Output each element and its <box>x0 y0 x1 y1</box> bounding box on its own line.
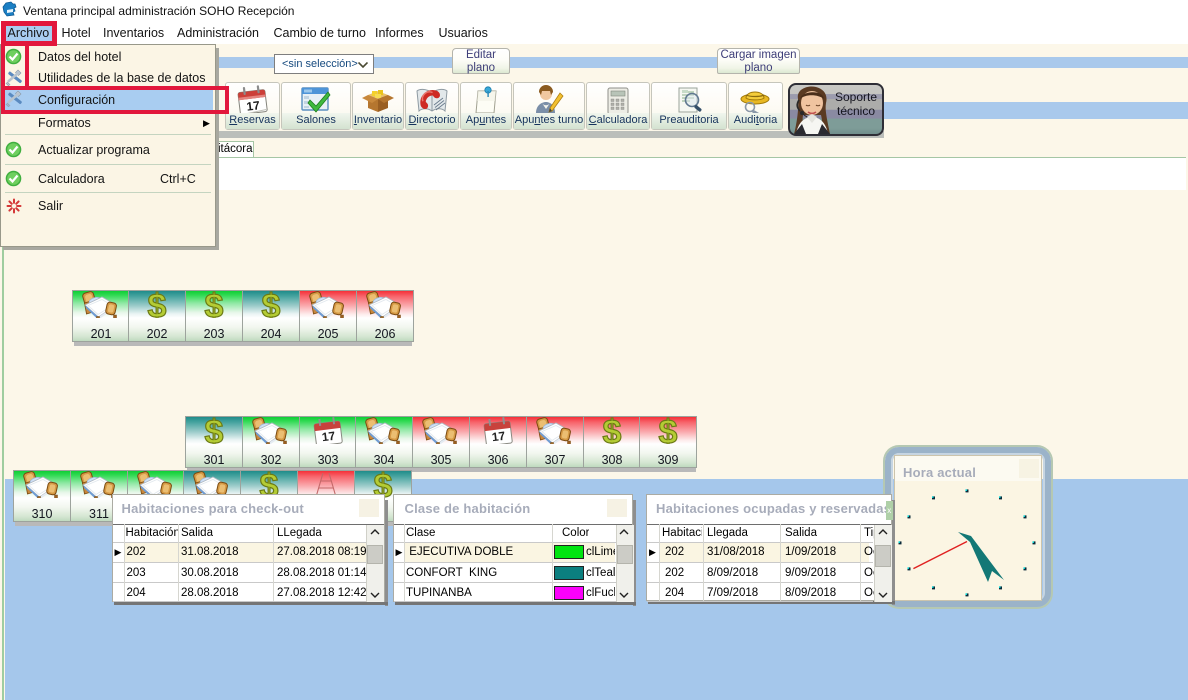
svg-text:$: $ <box>205 291 224 321</box>
svg-text:$: $ <box>148 291 167 321</box>
svg-text:$: $ <box>205 417 224 447</box>
svg-text:$: $ <box>659 417 678 447</box>
svg-text:$: $ <box>603 417 622 447</box>
svg-text:$: $ <box>262 291 281 321</box>
svg-text:17: 17 <box>321 429 336 445</box>
svg-text:17: 17 <box>491 429 506 445</box>
